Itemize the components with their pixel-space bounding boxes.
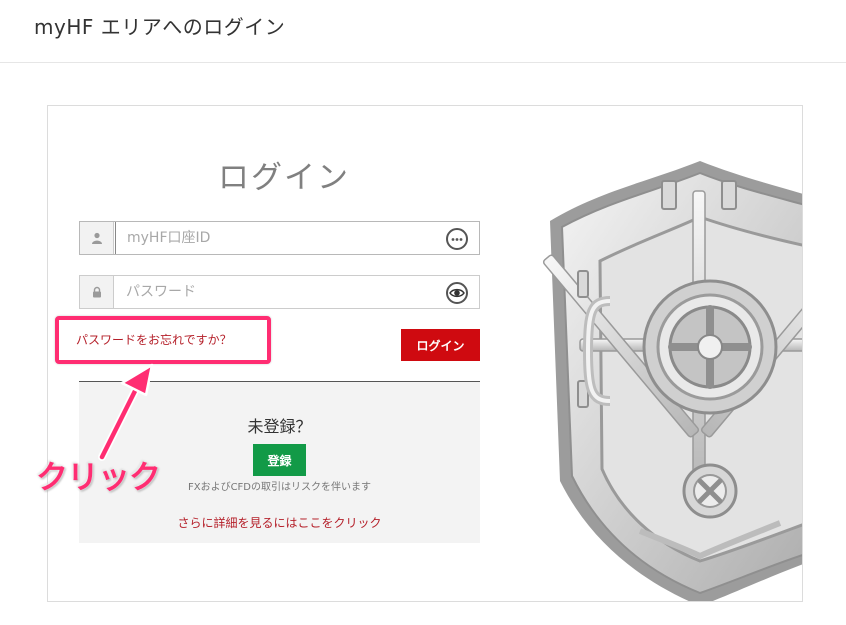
account-id-input[interactable] xyxy=(115,222,445,254)
login-card: ログイン パスワードをお忘れですか？ ログイン 未登録？ 登録 FXおよびCFD… xyxy=(47,105,803,602)
pointer-arrow-icon xyxy=(98,363,154,461)
login-button[interactable]: ログイン xyxy=(401,329,480,361)
details-link[interactable]: さらに詳細を見るにはここをクリック xyxy=(79,514,480,531)
page-header: myHF エリアへのログイン xyxy=(0,0,846,63)
eye-closed-icon[interactable] xyxy=(446,228,468,250)
login-title: ログイン xyxy=(218,160,350,196)
password-field xyxy=(79,275,480,309)
eye-icon[interactable] xyxy=(446,282,468,304)
click-annotation: クリック xyxy=(36,458,161,496)
user-icon xyxy=(80,222,114,254)
forgot-password-link[interactable]: パスワードをお忘れですか？ xyxy=(76,331,232,348)
account-id-field xyxy=(79,221,480,255)
password-input[interactable] xyxy=(115,276,445,308)
register-button[interactable]: 登録 xyxy=(253,444,306,476)
lock-icon xyxy=(80,276,114,308)
page-title: myHF エリアへのログイン xyxy=(34,15,286,39)
vault-door-illustration xyxy=(542,161,802,601)
